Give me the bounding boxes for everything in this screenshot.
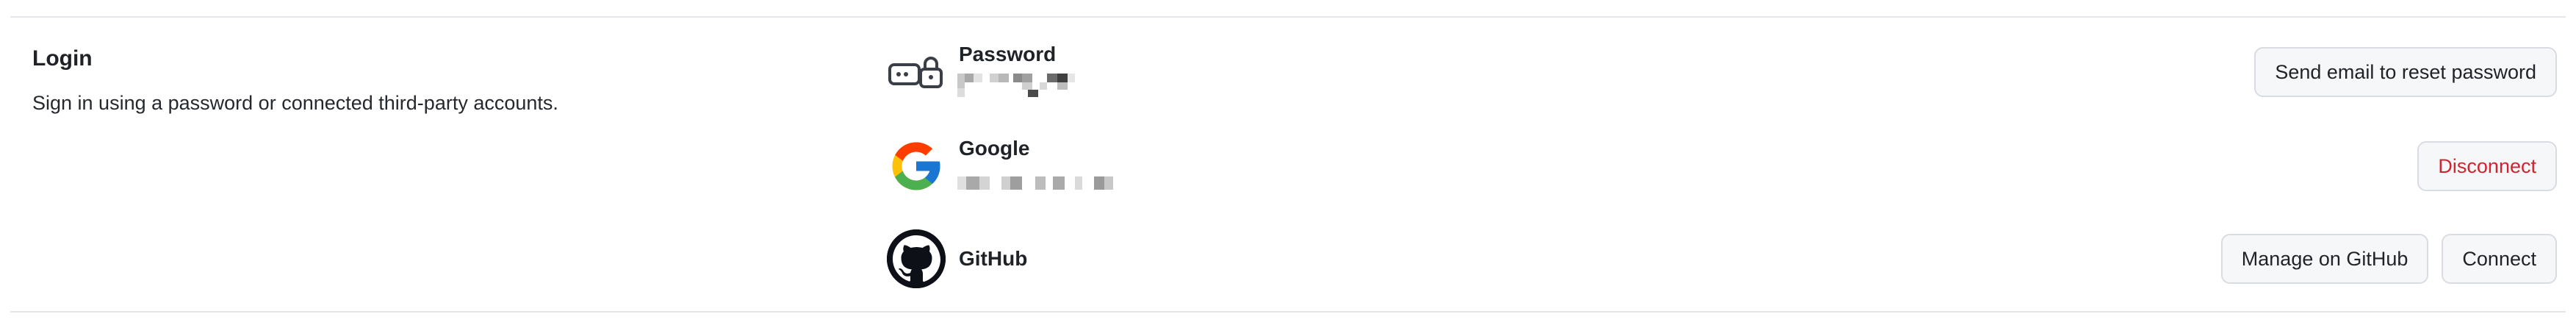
login-method-password: Password Send email to reset password: [885, 37, 2557, 107]
google-icon: [885, 135, 947, 197]
section-description: Sign in using a password or connected th…: [32, 92, 558, 114]
password-detail-redacted: [957, 71, 1119, 99]
connect-github-button[interactable]: Connect: [2442, 234, 2557, 284]
send-reset-email-button[interactable]: Send email to reset password: [2254, 47, 2557, 97]
top-divider: [10, 16, 2566, 18]
password-lock-icon: [885, 41, 947, 103]
github-actions: Manage on GitHub Connect: [2220, 234, 2557, 284]
login-method-google: Google Disconnect: [885, 131, 2557, 201]
disconnect-google-button[interactable]: Disconnect: [2417, 141, 2557, 191]
google-actions: Disconnect: [2417, 141, 2557, 191]
provider-name-password: Password: [959, 43, 1057, 65]
manage-on-github-button[interactable]: Manage on GitHub: [2220, 234, 2429, 284]
login-method-github: GitHub Manage on GitHub Connect: [885, 224, 2557, 294]
password-actions: Send email to reset password: [2254, 47, 2557, 97]
section-title: Login: [32, 46, 93, 71]
provider-name-github: GitHub: [959, 247, 1028, 270]
bottom-divider: [10, 311, 2566, 312]
google-detail-redacted: [957, 165, 1156, 193]
provider-name-google: Google: [959, 137, 1030, 160]
github-icon: [885, 228, 947, 290]
